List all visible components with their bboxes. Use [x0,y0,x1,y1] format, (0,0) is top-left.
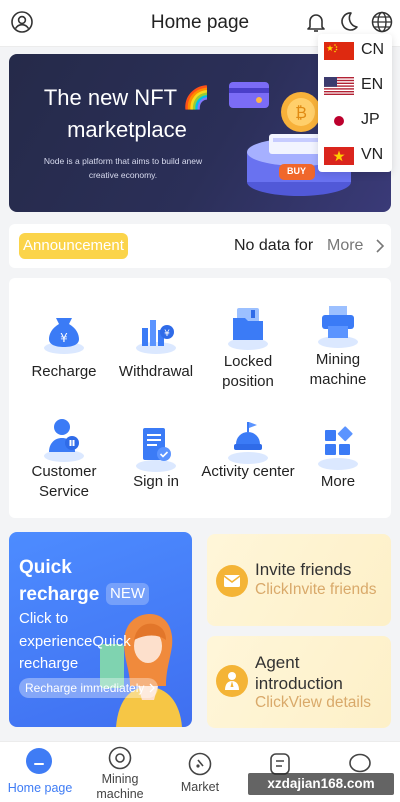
language-option-vn[interactable]: VN [318,139,392,171]
language-option-cn[interactable]: CN [318,34,392,66]
japan-flag-icon [324,112,354,130]
agent-introduction-subtitle: ClickView details [255,694,372,711]
recharge-immediately-button[interactable]: Recharge immediately [19,678,159,698]
grid-item-customer-service[interactable]: Customer Service [19,408,109,518]
money-bag-icon: ¥ [41,306,87,356]
announcement-text: No data for [234,237,314,254]
grid-item-locked-position[interactable]: Locked position [203,296,293,406]
grid-more-icon [315,422,361,472]
agent-introduction-card[interactable]: Agent introduction ClickView details [207,636,391,728]
buy-label: BUY [287,166,307,176]
moon-icon[interactable] [336,10,360,34]
site-watermark: xzdajian168.com [248,773,394,795]
grid-label: Withdrawal [118,363,194,380]
tab-mining-machine[interactable]: Mining machine [80,742,160,802]
language-code: CN [361,41,385,58]
banner-title: The new NFT 🌈 marketplace [43,85,211,142]
announcement-more-link[interactable]: More [327,237,363,255]
svg-text:₿: ₿ [295,103,307,122]
quick-recharge-description: Click to experienceQuick recharge [19,610,131,672]
grid-label: Activity center [201,463,295,480]
grid-item-withdrawal[interactable]: ¥ Withdrawal [111,300,201,410]
tab-label: Mining machine [96,772,144,801]
vietnam-flag-icon [324,147,354,165]
china-flag-icon [324,42,354,60]
banner-subtitle: Node is a platform that aims to build an… [43,156,203,180]
feature-grid: ¥ Recharge ¥ Withdrawal Locked position … [9,278,391,518]
grid-item-activity-center[interactable]: Activity center [201,410,295,520]
customer-service-icon [41,414,87,464]
grid-label: Recharge [31,363,97,380]
invite-friends-subtitle: ClickInvite friends [255,581,377,598]
announcement-bar[interactable]: Announcement No data for More [9,224,391,268]
invite-friends-card[interactable]: Invite friends ClickInvite friends [207,534,391,626]
bell-icon[interactable] [304,10,328,34]
quick-recharge-title: Quick recharge [19,557,100,605]
home-icon [26,748,52,774]
usa-flag-icon [324,77,354,95]
chevron-right-icon [149,683,156,693]
tab-home-page[interactable]: Home page [0,742,80,802]
grid-item-recharge[interactable]: ¥ Recharge [19,300,109,410]
tab-label: Market [180,780,220,794]
clipboard-check-icon [133,424,179,474]
bar-chart-yen-icon: ¥ [133,306,179,356]
announcement-badge: Announcement [19,233,128,259]
invite-friends-title: Invite friends [255,560,352,579]
recharge-button-label: Recharge immediately [25,681,145,695]
svg-text:¥: ¥ [60,331,68,345]
svg-text:¥: ¥ [164,329,170,339]
grid-item-more[interactable]: More [293,416,383,526]
language-option-en[interactable]: EN [318,69,392,101]
agent-introduction-title: Agent introduction [255,653,343,693]
envelope-icon [215,564,249,598]
language-code: VN [361,146,384,163]
grid-label: More [320,473,356,490]
globe-icon[interactable] [370,10,394,34]
grid-label: Mining machine [309,351,367,388]
language-option-jp[interactable]: JP [318,104,392,136]
chevron-right-icon [376,239,385,253]
market-icon [188,752,212,776]
grid-label: Sign in [133,473,179,490]
activity-icon [225,416,271,466]
language-code: EN [361,76,384,93]
tab-label: Home page [7,781,73,795]
grid-item-mining-machine[interactable]: Mining machine [293,294,383,404]
quick-recharge-card[interactable]: Quick recharge NEW Click to experienceQu… [9,532,192,727]
language-code: JP [361,111,380,128]
grid-item-sign-in[interactable]: Sign in [111,418,201,528]
grid-label: Locked position [222,353,274,390]
mining-machine-icon [108,746,132,770]
folder-icon [225,302,271,352]
grid-label: Customer Service [31,463,97,500]
printer-icon [315,300,361,350]
language-menu: CN EN JP VN [318,34,392,172]
tab-market[interactable]: Market [160,742,240,802]
agent-icon [215,664,249,698]
